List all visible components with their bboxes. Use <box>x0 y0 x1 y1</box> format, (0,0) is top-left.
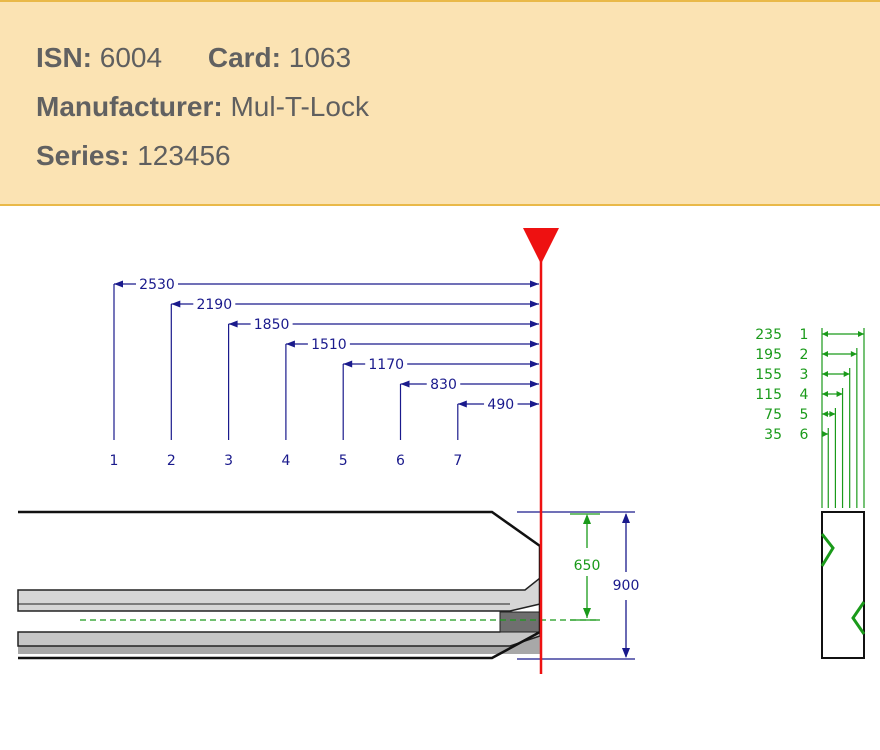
manufacturer-label: Manufacturer: <box>36 91 223 122</box>
arrow-right-icon <box>836 391 843 397</box>
depth-number-label: 6 <box>800 427 809 443</box>
depth-6: 35 6 <box>764 427 829 654</box>
card-label: Card: <box>207 42 281 73</box>
arrow-right-icon <box>850 351 857 357</box>
depth-number-label: 2 <box>800 347 809 363</box>
cut-position-7: 490 7 <box>453 397 539 469</box>
cut-number-label: 4 <box>281 453 290 469</box>
key-info-card: ISN: 6004 Card: 1063 Manufacturer: Mul-T… <box>0 0 880 206</box>
blade-upper-rail <box>17 576 541 612</box>
depth-value-label: 35 <box>764 427 782 443</box>
cut-number-label: 2 <box>167 453 176 469</box>
cut-position-dimensions: 2530 1 2190 2 1850 3 1510 4 1170 5 830 6 490 7 <box>110 277 539 469</box>
arrow-left-icon <box>285 340 295 348</box>
arrow-right-icon <box>858 331 864 337</box>
stop-triangle-icon <box>523 228 559 264</box>
cut-number-label: 6 <box>396 453 405 469</box>
cut-number-label: 3 <box>224 453 233 469</box>
manufacturer-value: Mul-T-Lock <box>230 91 369 122</box>
arrow-right-icon <box>530 300 539 308</box>
blade-lower-rail <box>17 617 541 647</box>
depth-value-label: 235 <box>755 327 782 343</box>
cut-number-label: 5 <box>339 453 348 469</box>
depth-number-label: 4 <box>800 387 809 403</box>
depth-number-label: 1 <box>800 327 809 343</box>
depth-number-label: 5 <box>800 407 809 423</box>
arrow-right-icon <box>843 371 850 377</box>
arrow-right-icon <box>530 280 539 288</box>
cut-distance-label: 2190 <box>196 297 232 313</box>
arrow-left-icon <box>400 380 410 388</box>
arrow-right-icon <box>829 411 836 417</box>
cut-distance-label: 490 <box>487 397 514 413</box>
isn-label: ISN: <box>36 42 92 73</box>
cut-position-6: 830 6 <box>396 377 539 469</box>
key-cut-diagram: 2530 1 2190 2 1850 3 1510 4 1170 5 830 6 490 7 650 90… <box>17 228 866 674</box>
manufacturer-row: Manufacturer: Mul-T-Lock <box>36 91 369 123</box>
cut-position-1: 2530 1 <box>110 277 539 469</box>
arrow-left-icon <box>171 300 181 308</box>
arrow-right-icon <box>530 400 539 408</box>
blade-tip-block <box>499 611 541 633</box>
key-cross-section <box>820 511 866 659</box>
arrow-left-icon <box>822 371 828 377</box>
cut-number-label: 7 <box>453 453 462 469</box>
arrow-left-icon <box>457 400 467 408</box>
arrow-right-icon <box>822 431 829 437</box>
series-value: 123456 <box>137 140 231 171</box>
arrow-left-icon <box>114 280 123 288</box>
inner-height-label: 650 <box>574 558 601 574</box>
series-label: Series: <box>36 140 130 171</box>
cut-position-2: 2190 2 <box>167 297 539 469</box>
arrow-right-icon <box>530 320 539 328</box>
arrow-right-icon <box>530 380 539 388</box>
arrow-left-icon <box>822 391 828 397</box>
arrow-left-icon <box>228 320 238 328</box>
cut-number-label: 1 <box>110 453 119 469</box>
cut-distance-label: 1170 <box>368 357 404 373</box>
depth-value-label: 155 <box>755 367 782 383</box>
cut-position-5: 1170 5 <box>339 357 539 469</box>
arrow-left-icon <box>822 331 828 337</box>
depth-value-label: 195 <box>755 347 782 363</box>
arrow-right-icon <box>530 340 539 348</box>
isn-value: 6004 <box>99 42 163 73</box>
card-value: 1063 <box>288 42 352 73</box>
arrow-right-icon <box>530 360 539 368</box>
cut-distance-label: 1510 <box>311 337 347 353</box>
series-row: Series: 123456 <box>36 140 231 172</box>
cut-position-3: 1850 3 <box>224 317 539 469</box>
depth-value-label: 75 <box>764 407 782 423</box>
total-height-label: 900 <box>613 578 640 594</box>
arrow-left-icon <box>343 360 353 368</box>
cut-distance-label: 2530 <box>139 277 175 293</box>
arrow-left-icon <box>822 351 828 357</box>
isn-card-row: ISN: 6004 Card: 1063 <box>36 42 351 74</box>
depth-value-label: 115 <box>755 387 782 403</box>
key-blade-profile <box>17 510 598 660</box>
cut-distance-label: 830 <box>430 377 457 393</box>
cut-distance-label: 1850 <box>254 317 290 333</box>
depth-number-label: 3 <box>800 367 809 383</box>
arrow-left-icon <box>822 411 828 417</box>
